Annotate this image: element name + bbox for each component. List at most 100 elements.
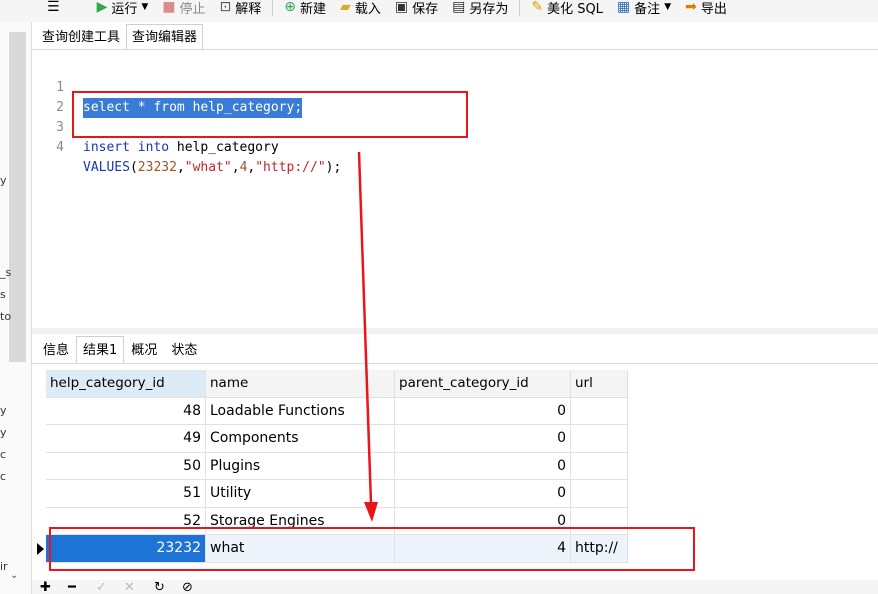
save-as-label: 另存为: [469, 1, 509, 17]
left-panel-text: _s: [0, 266, 12, 279]
current-row-pointer-icon: [37, 543, 44, 555]
code-text: insert into help_category: [83, 138, 279, 158]
line-number: 4: [56, 140, 64, 155]
tab-info[interactable]: 信息: [36, 336, 76, 364]
tab-query-builder[interactable]: 查询创建工具: [36, 24, 126, 50]
editor-tabs: 查询创建工具 查询编辑器: [36, 22, 204, 50]
tab-result-1[interactable]: 结果1: [76, 336, 125, 364]
stop-button[interactable]: ■ 停止: [155, 0, 212, 19]
new-label: 新建: [300, 1, 327, 17]
sql-number: 23232: [137, 160, 177, 175]
table-cell[interactable]: 50: [46, 452, 206, 480]
export-label: 导出: [700, 1, 727, 17]
column-header[interactable]: help_category_id: [46, 370, 206, 398]
save-as-button[interactable]: ▤ 另存为: [445, 0, 515, 19]
hamburger-icon: ☰: [47, 0, 60, 15]
sql-punct: (: [129, 160, 138, 175]
export-arrow-icon: ➡: [685, 0, 697, 15]
explain-button[interactable]: ⊡ 解释: [213, 0, 269, 19]
new-button[interactable]: ⊕ 新建: [277, 0, 333, 19]
tab-divider: [32, 49, 878, 50]
tab-profile[interactable]: 概况: [124, 336, 164, 364]
table-cell[interactable]: 0: [395, 425, 571, 453]
sql-string: "what": [184, 160, 232, 175]
table-row[interactable]: 48 Loadable Functions 0: [36, 397, 628, 425]
table-cell[interactable]: 0: [395, 397, 571, 425]
tab-status[interactable]: 状态: [164, 336, 204, 364]
load-button[interactable]: ▰ 载入: [333, 0, 388, 19]
table-cell[interactable]: 0: [395, 452, 571, 480]
table-cell[interactable]: 51: [46, 480, 206, 508]
menu-button[interactable]: ☰: [40, 0, 90, 19]
left-panel-text: ir: [0, 560, 8, 573]
sql-identifier: help_category: [169, 140, 279, 155]
table-cell[interactable]: [571, 480, 628, 508]
table-cell[interactable]: [571, 425, 628, 453]
annotation-box-new-row: [49, 527, 695, 571]
beautify-sql-button[interactable]: ✎ 美化 SQL: [524, 0, 610, 19]
run-button[interactable]: ▶ 运行 ▼: [90, 0, 156, 19]
column-header[interactable]: url: [571, 370, 628, 398]
magic-wand-icon: ✎: [531, 0, 544, 15]
toolbar-separator: [519, 0, 521, 16]
plus-circle-icon: ⊕: [284, 0, 297, 15]
table-cell[interactable]: [571, 397, 628, 425]
annotation-arrow-line: [357, 151, 373, 505]
play-icon: ▶: [96, 0, 108, 15]
table-row[interactable]: 50 Plugins 0: [36, 452, 628, 481]
explain-label: 解释: [235, 1, 262, 17]
row-marker: [36, 453, 46, 481]
floppy-icon: ▣: [394, 0, 409, 15]
note-button[interactable]: ▦ 备注 ▼: [610, 0, 678, 19]
left-panel-scrollbar[interactable]: [9, 32, 26, 362]
table-cell[interactable]: 48: [46, 397, 206, 425]
sql-punct: ,: [231, 160, 240, 175]
stop-refresh-icon[interactable]: ⊘: [182, 581, 193, 594]
row-marker: [36, 508, 46, 536]
row-marker: [36, 480, 46, 508]
load-label: 载入: [354, 1, 381, 17]
table-row[interactable]: 51 Utility 0: [36, 480, 628, 508]
save-label: 保存: [412, 1, 439, 17]
left-panel-text: c: [0, 470, 7, 483]
sql-punct: ,: [176, 160, 185, 175]
sql-keyword: insert into: [83, 140, 170, 155]
grid-header-row: help_category_id name parent_category_id…: [36, 370, 628, 398]
editor-line: 1 select * from help_category;: [36, 58, 303, 118]
chevron-down-icon[interactable]: ⌄: [10, 570, 18, 581]
table-cell[interactable]: 0: [395, 480, 571, 508]
tab-query-editor[interactable]: 查询编辑器: [126, 24, 204, 50]
left-panel-text: y: [0, 174, 7, 187]
table-cell[interactable]: [571, 452, 628, 480]
annotation-arrow-head: [364, 502, 378, 522]
add-row-icon[interactable]: ✚: [40, 581, 51, 594]
app-window: ☰ ▶ 运行 ▼ ■ 停止 ⊡ 解释 ⊕ 新建 ▰ 载入 ▣ 保存 ▤ 另存为 …: [0, 0, 878, 594]
table-row[interactable]: 49 Components 0: [36, 425, 628, 453]
left-panel-text: c: [0, 448, 7, 461]
caret-down-icon: ▼: [141, 2, 149, 12]
run-label: 运行: [111, 1, 138, 17]
code-text: VALUES(23232,"what",4,"http://");: [83, 158, 341, 178]
left-panel-text: to: [0, 310, 12, 323]
delete-row-icon[interactable]: ━: [68, 581, 76, 594]
column-header[interactable]: parent_category_id: [395, 370, 571, 398]
result-tabs: 信息 结果1 概况 状态: [36, 334, 204, 364]
toolbar: ☰ ▶ 运行 ▼ ■ 停止 ⊡ 解释 ⊕ 新建 ▰ 载入 ▣ 保存 ▤ 另存为 …: [0, 0, 878, 22]
folder-icon: ▰: [340, 0, 351, 15]
export-button[interactable]: ➡ 导出: [678, 0, 734, 19]
left-panel-text: s: [0, 288, 6, 301]
caret-down-icon: ▼: [664, 2, 672, 12]
refresh-icon[interactable]: ↻: [154, 581, 165, 594]
row-marker: [36, 425, 46, 453]
apply-icon[interactable]: ✓: [96, 581, 107, 594]
save-button[interactable]: ▣ 保存: [388, 0, 445, 19]
stop-label: 停止: [179, 1, 206, 17]
result-tab-divider: [32, 363, 878, 364]
toolbar-separator: [272, 0, 274, 16]
note-label: 备注: [634, 1, 661, 17]
table-cell[interactable]: 49: [46, 425, 206, 453]
sql-keyword: VALUES: [83, 160, 130, 175]
row-marker-header: [36, 370, 46, 398]
discard-icon[interactable]: ✕: [124, 581, 135, 594]
save-as-icon: ▤: [452, 0, 466, 15]
